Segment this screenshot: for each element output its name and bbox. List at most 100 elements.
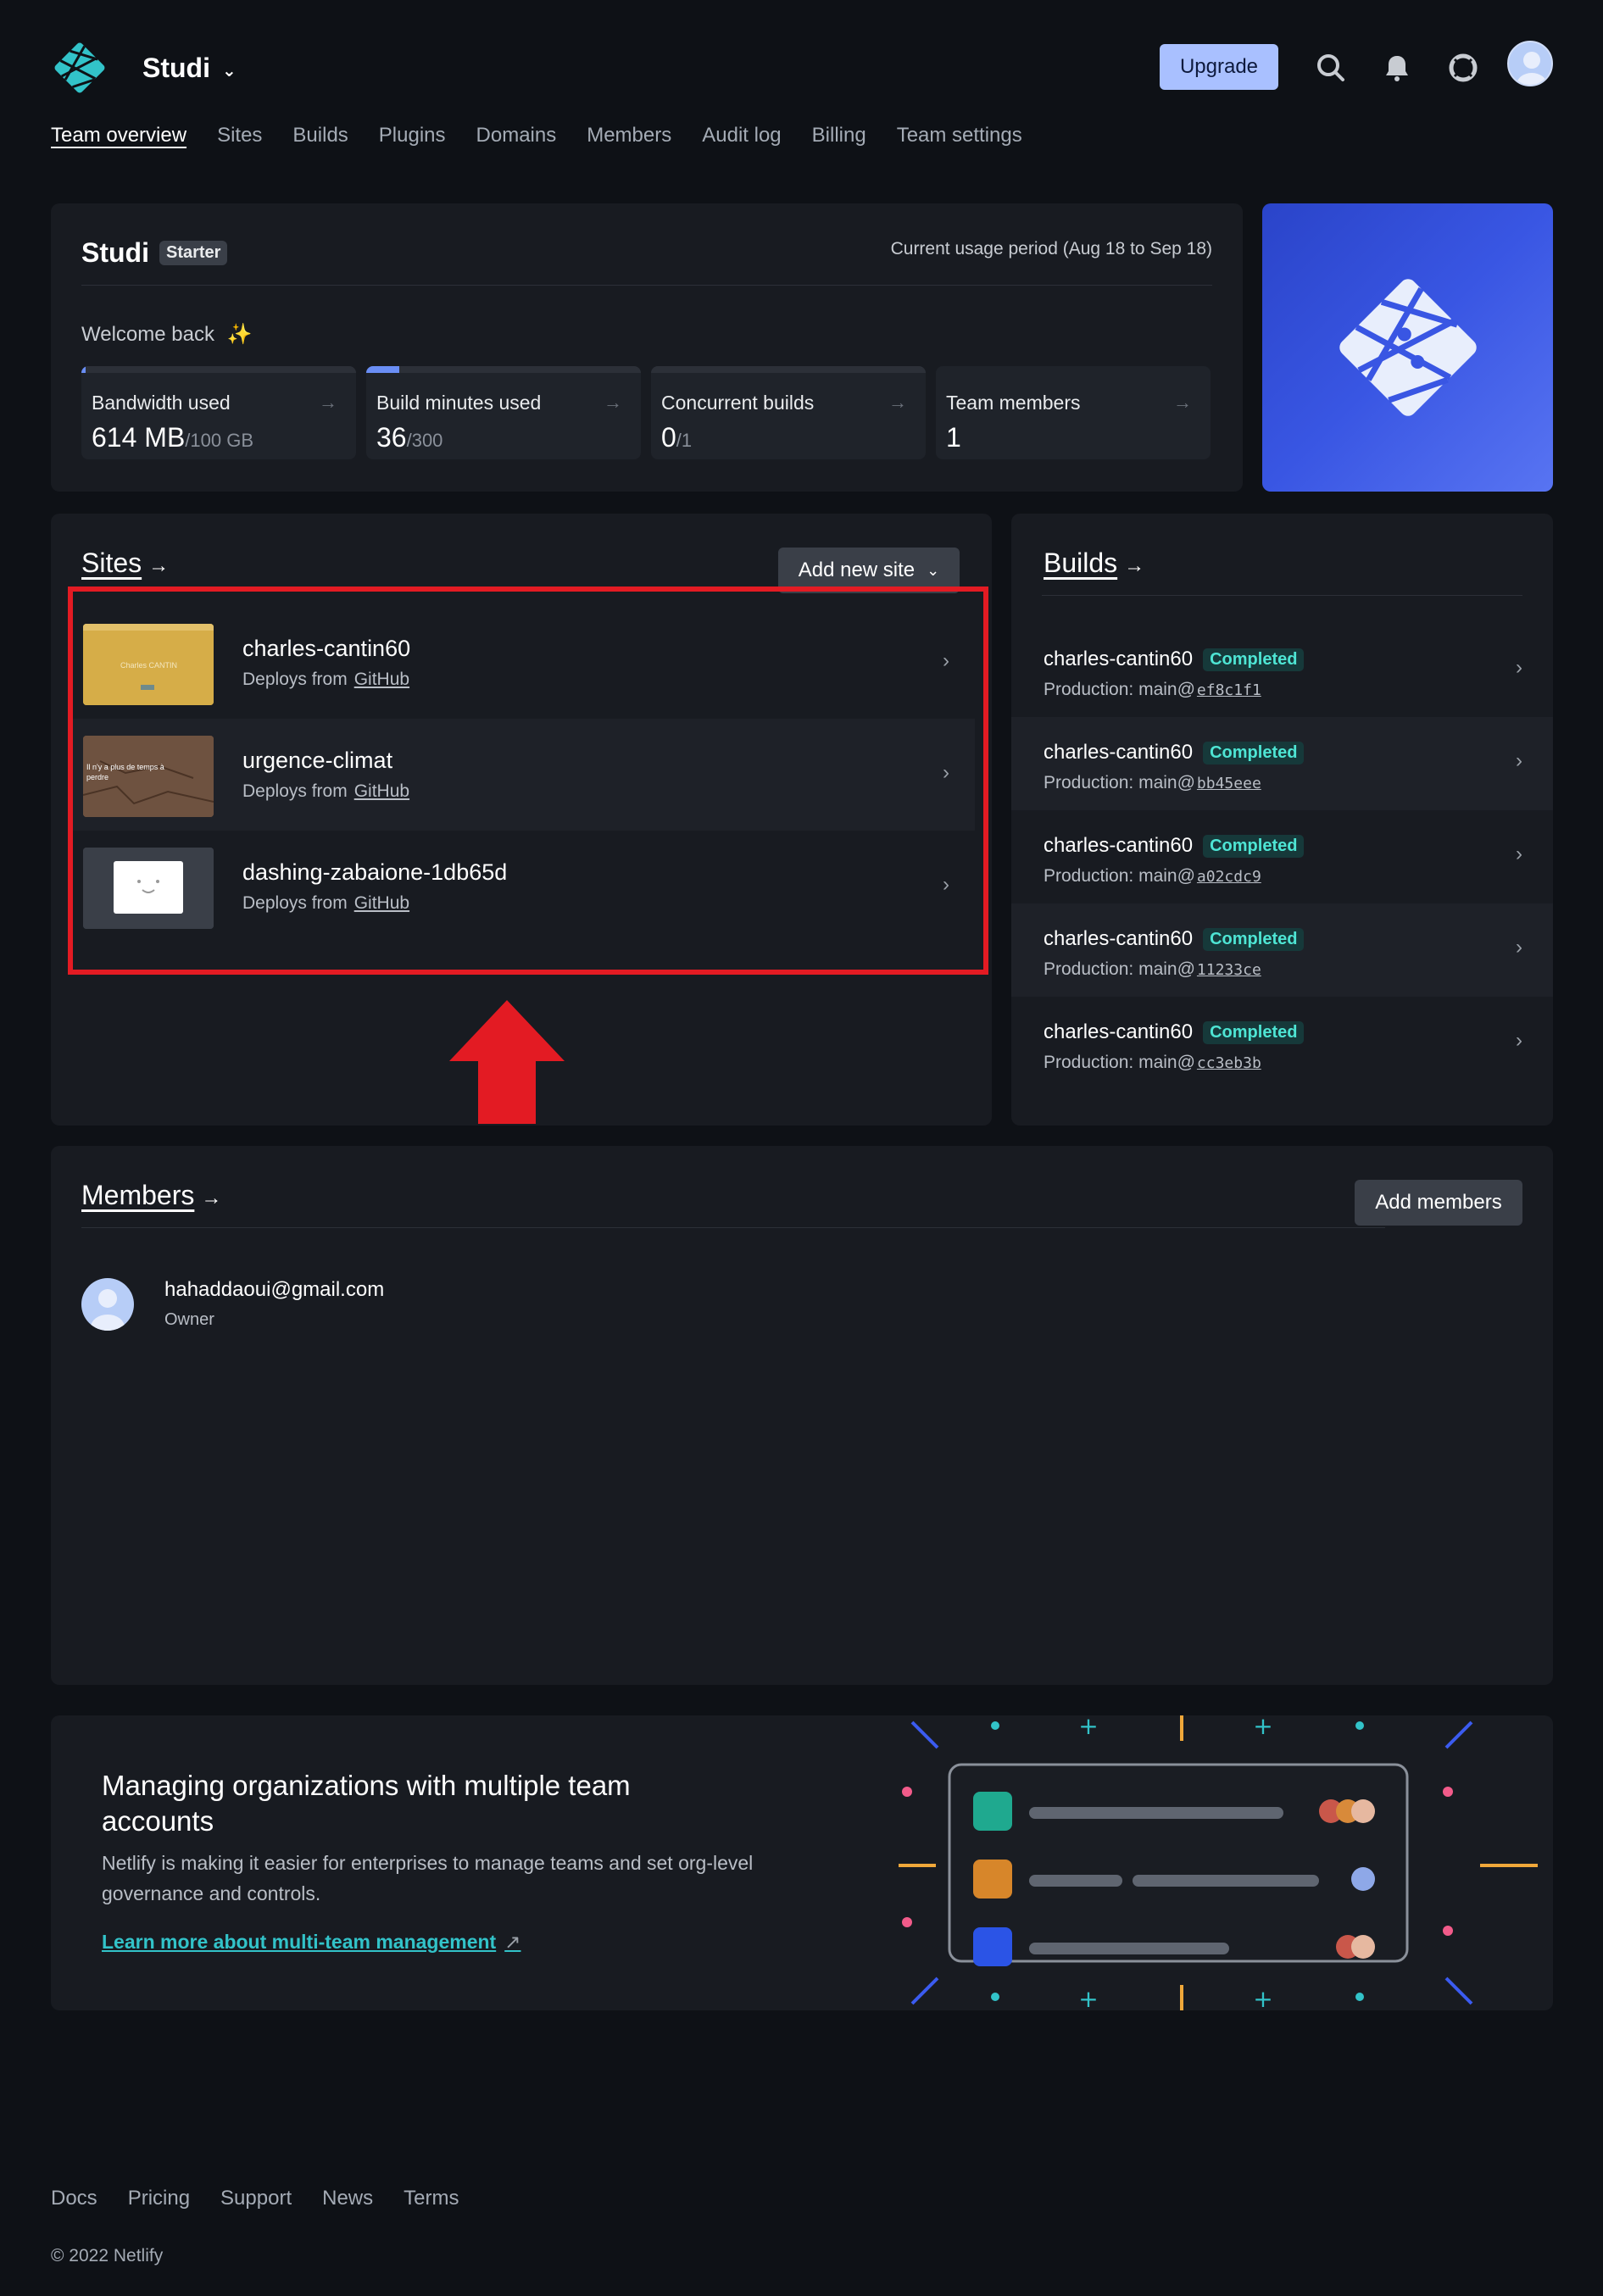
highlight-annotation-box	[68, 587, 988, 975]
build-row[interactable]: charles-cantin60 Completed Production: ma…	[1011, 717, 1553, 810]
search-icon[interactable]	[1312, 49, 1350, 86]
upgrade-button[interactable]: Upgrade	[1160, 44, 1278, 90]
arrow-up-annotation-icon	[449, 1000, 565, 1124]
stat-value: 0/1	[661, 422, 692, 453]
footer-link-terms[interactable]: Terms	[404, 2187, 459, 2210]
sites-title: Sites	[81, 548, 142, 578]
svg-text:+: +	[1078, 1985, 1098, 2010]
build-branch: main@	[1138, 680, 1195, 699]
tab-members[interactable]: Members	[587, 124, 671, 153]
progress-fill	[366, 366, 399, 373]
builds-card: Builds → charles-cantin60 Completed Produc…	[1011, 514, 1553, 1126]
team-nav: Team overview Sites Builds Plugins Domai…	[51, 124, 1022, 153]
svg-text:+: +	[1253, 1715, 1272, 1740]
stat-value-number: 1	[946, 422, 961, 453]
help-icon[interactable]	[1444, 49, 1482, 86]
promo-link-label: Learn more about multi-team management	[102, 1931, 497, 1953]
progress-fill	[81, 366, 86, 373]
tab-plugins[interactable]: Plugins	[379, 124, 446, 153]
commit-sha-link[interactable]: 11233ce	[1197, 961, 1261, 979]
arrow-right-icon: →	[319, 392, 337, 413]
stat-value-number: 614 MB	[92, 422, 186, 453]
build-context: Production: main@ ef8c1f1	[1044, 680, 1261, 700]
stat-value: 36/300	[376, 422, 442, 453]
promo-link[interactable]: Learn more about multi-team management ↗	[102, 1931, 520, 1954]
build-row[interactable]: charles-cantin60 Completed Production: ma…	[1011, 624, 1553, 717]
tab-sites[interactable]: Sites	[217, 124, 262, 153]
builds-title-link[interactable]: Builds →	[1044, 548, 1144, 579]
build-site-name: charles-cantin60	[1044, 927, 1194, 950]
stat-value-number: 0	[661, 422, 676, 453]
arrow-right-icon: →	[148, 554, 170, 577]
stat-value-number: 36	[376, 422, 407, 453]
chevron-right-icon: ›	[1516, 842, 1522, 865]
chevron-right-icon: ›	[1516, 936, 1522, 959]
stat-bandwidth[interactable]: Bandwidth used → 614 MB/100 GB	[81, 366, 356, 459]
build-row[interactable]: charles-cantin60 Completed Production: ma…	[1011, 810, 1553, 903]
svg-text:+: +	[1253, 1985, 1272, 2010]
stat-limit: /1	[676, 430, 693, 451]
build-site-name: charles-cantin60	[1044, 648, 1194, 670]
chevron-down-icon: ⌄	[221, 62, 237, 81]
status-badge: Completed	[1203, 741, 1305, 764]
stat-value: 614 MB/100 GB	[92, 422, 253, 453]
build-context-label: Production:	[1044, 866, 1134, 886]
team-switcher[interactable]: Studi ⌄	[142, 53, 237, 84]
welcome-text: Welcome back	[81, 323, 214, 346]
team-switcher-label: Studi	[142, 53, 210, 83]
stat-team-members[interactable]: Team members → 1	[936, 366, 1211, 459]
footer-link-news[interactable]: News	[322, 2187, 373, 2210]
usage-title: Studi Starter	[81, 237, 228, 269]
arrow-right-icon: →	[1124, 554, 1145, 577]
arrow-right-icon: →	[201, 1187, 222, 1209]
footer-links: Docs Pricing Support News Terms	[51, 2187, 459, 2210]
add-members-button[interactable]: Add members	[1355, 1180, 1522, 1226]
team-title: Studi	[81, 237, 149, 268]
netlify-hero-image	[1262, 203, 1553, 492]
commit-sha-link[interactable]: a02cdc9	[1197, 868, 1261, 886]
build-context: Production: main@ a02cdc9	[1044, 866, 1261, 887]
stat-label: Build minutes used	[376, 392, 542, 414]
tab-domains[interactable]: Domains	[476, 124, 557, 153]
footer-link-docs[interactable]: Docs	[51, 2187, 97, 2210]
members-card: Members → Add members hahaddaoui@gmail.co…	[51, 1146, 1553, 1685]
bell-icon[interactable]	[1378, 49, 1416, 86]
status-badge: Completed	[1203, 648, 1305, 671]
chevron-down-icon: ⌄	[927, 561, 940, 579]
avatar	[81, 1278, 134, 1331]
stat-concurrent-builds[interactable]: Concurrent builds → 0/1	[651, 366, 926, 459]
status-badge: Completed	[1203, 1020, 1305, 1044]
members-title-link[interactable]: Members →	[81, 1180, 221, 1211]
svg-text:+: +	[1078, 1715, 1098, 1740]
build-row[interactable]: charles-cantin60 Completed Production: ma…	[1011, 903, 1553, 997]
stat-limit: /300	[406, 430, 443, 451]
build-context: Production: main@ bb45eee	[1044, 773, 1261, 793]
progress-track	[651, 366, 926, 373]
stat-label: Bandwidth used	[92, 392, 231, 414]
tab-builds[interactable]: Builds	[292, 124, 348, 153]
build-title: charles-cantin60 Completed	[1044, 741, 1305, 764]
tab-team-settings[interactable]: Team settings	[897, 124, 1022, 153]
build-context: Production: main@ 11233ce	[1044, 959, 1261, 980]
commit-sha-link[interactable]: ef8c1f1	[1197, 681, 1261, 699]
promo-text: Netlify is making it easier for enterpri…	[102, 1852, 754, 1904]
footer-link-pricing[interactable]: Pricing	[128, 2187, 190, 2210]
build-context-label: Production:	[1044, 959, 1134, 979]
welcome-message: Welcome back ✨	[81, 322, 253, 347]
avatar[interactable]	[1507, 41, 1553, 86]
promo-card: Managing organizations with multiple tea…	[51, 1715, 1553, 2010]
build-row[interactable]: charles-cantin60 Completed Production: ma…	[1011, 997, 1553, 1090]
tab-team-overview[interactable]: Team overview	[51, 124, 186, 153]
commit-sha-link[interactable]: bb45eee	[1197, 775, 1261, 792]
divider	[81, 285, 1212, 286]
tab-billing[interactable]: Billing	[812, 124, 866, 153]
commit-sha-link[interactable]: cc3eb3b	[1197, 1054, 1261, 1072]
tab-audit-log[interactable]: Audit log	[702, 124, 781, 153]
build-title: charles-cantin60 Completed	[1044, 1020, 1305, 1044]
footer-link-support[interactable]: Support	[220, 2187, 292, 2210]
netlify-logo-icon[interactable]	[51, 39, 109, 97]
sites-title-link[interactable]: Sites →	[81, 548, 169, 579]
stat-limit: /100 GB	[185, 430, 253, 451]
stat-value: 1	[946, 422, 961, 453]
stat-build-minutes[interactable]: Build minutes used → 36/300	[366, 366, 641, 459]
